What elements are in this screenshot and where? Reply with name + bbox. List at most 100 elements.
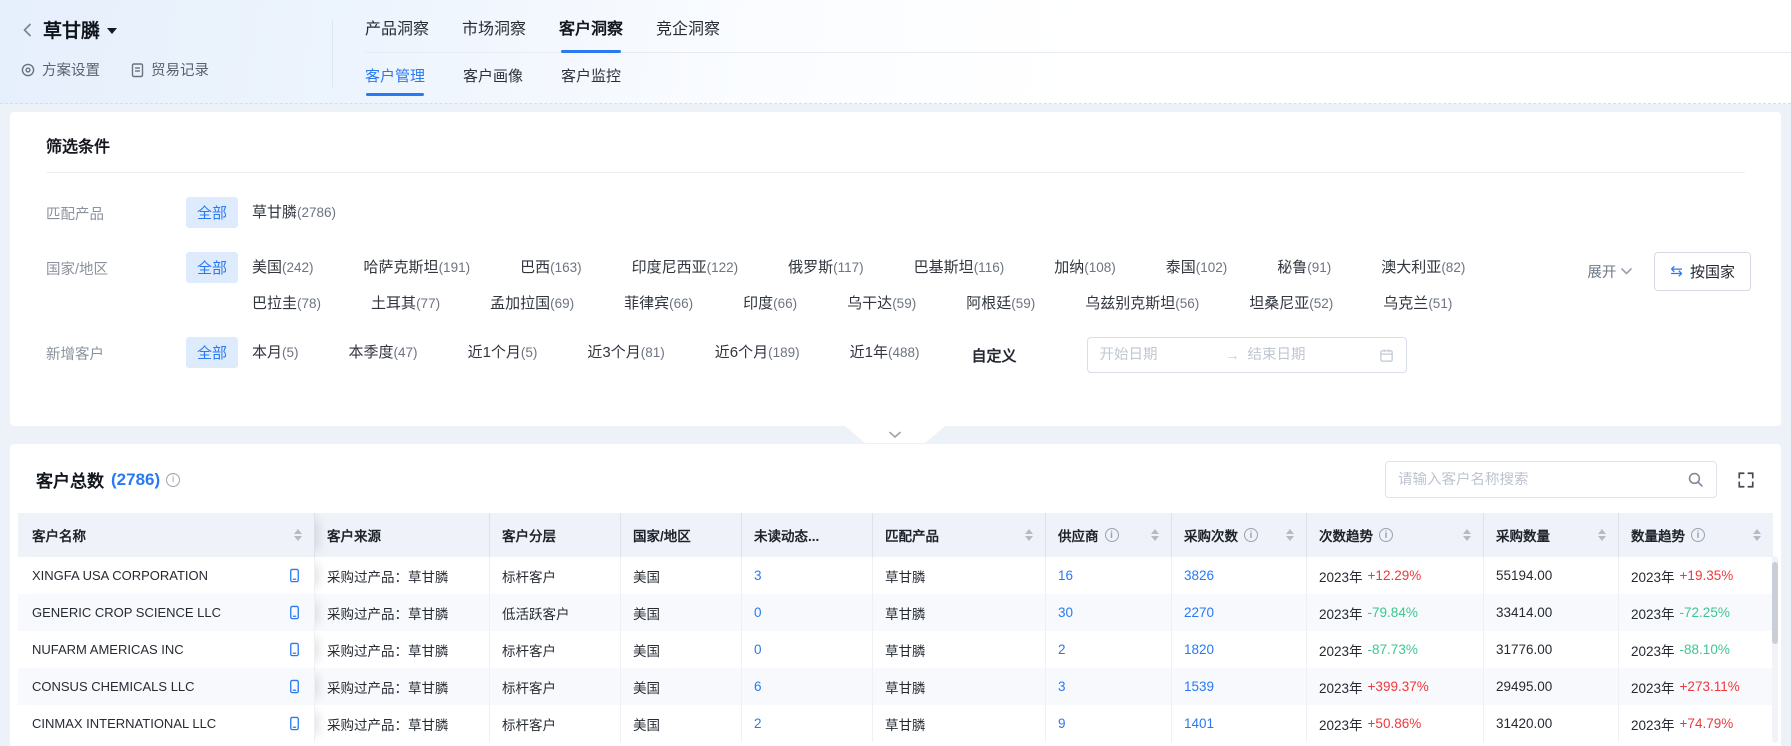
subtab-customer-management[interactable]: 客户管理 [365, 65, 425, 96]
cell-unread: 0 [742, 631, 873, 668]
info-icon[interactable] [1379, 528, 1393, 542]
column-header-product[interactable]: 匹配产品 [873, 513, 1046, 557]
contact-phone-icon[interactable] [279, 679, 302, 694]
sort-icon[interactable] [1590, 529, 1606, 541]
cell-customer-name[interactable]: NUFARM AMERICAS INC [18, 631, 315, 668]
country-filter-item[interactable]: 巴西(163) [520, 256, 582, 277]
cell-customer-name[interactable]: CINMAX INTERNATIONAL LLC [18, 705, 315, 742]
column-header-tier: 客户分层 [490, 513, 621, 557]
cell-product: 草甘膦 [873, 668, 1046, 705]
subtab-customer-profile[interactable]: 客户画像 [463, 65, 523, 96]
filter-all-pill[interactable]: 全部 [186, 197, 238, 228]
country-filter-item[interactable]: 阿根廷(59) [966, 292, 1035, 313]
fullscreen-icon[interactable] [1737, 471, 1755, 489]
sub-tab-bar: 客户管理 客户画像 客户监控 [365, 53, 1791, 96]
trade-records-button[interactable]: 贸易记录 [130, 59, 209, 80]
country-filter-item[interactable]: 美国(242) [252, 256, 314, 277]
table-row[interactable]: GENERIC CROP SCIENCE LLC 采购过产品：草甘膦 低活跃客户… [18, 594, 1773, 631]
country-filter-item[interactable]: 乌兹别克斯坦(56) [1085, 292, 1199, 313]
end-date-input[interactable] [1248, 347, 1366, 363]
country-filter-item[interactable]: 秘鲁(91) [1277, 256, 1331, 277]
filter-all-pill[interactable]: 全部 [186, 252, 238, 283]
column-header-customer-name[interactable]: 客户名称 [18, 513, 315, 557]
by-country-button[interactable]: ⇆ 按国家 [1654, 252, 1751, 291]
contact-phone-icon[interactable] [279, 716, 302, 731]
product-filter-item[interactable]: 草甘膦(2786) [252, 201, 336, 222]
table-row[interactable]: CINMAX INTERNATIONAL LLC 采购过产品：草甘膦 标杆客户 … [18, 705, 1773, 742]
country-filter-item[interactable]: 巴拉圭(78) [252, 292, 321, 313]
sort-icon[interactable] [1143, 529, 1159, 541]
table-row[interactable]: NUFARM AMERICAS INC 采购过产品：草甘膦 标杆客户 美国 0 … [18, 631, 1773, 668]
customer-search-box[interactable] [1385, 461, 1717, 498]
arrow-right-icon: → [1226, 347, 1240, 363]
tab-competitor-insight[interactable]: 竞企洞察 [656, 15, 720, 52]
cell-customer-name[interactable]: GENERIC CROP SCIENCE LLC [18, 594, 315, 631]
page-title: 草甘膦 [43, 16, 100, 43]
country-filter-item[interactable]: 乌克兰(51) [1383, 292, 1452, 313]
column-header-quantity[interactable]: 采购数量 [1484, 513, 1619, 557]
info-icon[interactable] [1691, 528, 1705, 542]
cell-customer-name[interactable]: XINGFA USA CORPORATION [18, 557, 315, 594]
contact-phone-icon[interactable] [279, 642, 302, 657]
column-header-purchase-count[interactable]: 采购次数 [1172, 513, 1307, 557]
custom-range-label[interactable]: 自定义 [971, 341, 1016, 373]
period-filter-item[interactable]: 近1个月(5) [468, 341, 538, 373]
country-filter-item[interactable]: 哈萨克斯坦(191) [364, 256, 471, 277]
period-filter-item[interactable]: 本月(5) [252, 341, 299, 373]
contact-phone-icon[interactable] [279, 605, 302, 620]
sort-icon[interactable] [286, 529, 302, 541]
filter-collapse-toggle[interactable] [845, 426, 945, 443]
country-filter-item[interactable]: 印度(66) [743, 292, 797, 313]
info-icon[interactable] [1105, 528, 1119, 542]
info-icon[interactable] [166, 473, 180, 487]
country-filter-item[interactable]: 坦桑尼亚(52) [1249, 292, 1333, 313]
tab-customer-insight[interactable]: 客户洞察 [559, 15, 623, 52]
sort-icon[interactable] [1745, 529, 1761, 541]
scrollbar-thumb[interactable] [1772, 562, 1778, 644]
plan-settings-button[interactable]: 方案设置 [20, 59, 100, 80]
sort-icon[interactable] [1455, 529, 1471, 541]
filter-all-pill[interactable]: 全部 [186, 337, 238, 368]
country-filter-item[interactable]: 孟加拉国(69) [490, 292, 574, 313]
info-icon[interactable] [1244, 528, 1258, 542]
country-filter-item[interactable]: 泰国(102) [1166, 256, 1228, 277]
country-filter-item[interactable]: 菲律宾(66) [624, 292, 693, 313]
column-header-suppliers[interactable]: 供应商 [1046, 513, 1172, 557]
start-date-input[interactable] [1100, 347, 1218, 363]
tab-product-insight[interactable]: 产品洞察 [365, 15, 429, 52]
search-icon[interactable] [1687, 471, 1704, 488]
period-filter-item[interactable]: 近3个月(81) [587, 341, 664, 373]
period-filter-item[interactable]: 本季度(47) [349, 341, 418, 373]
cell-suppliers: 16 [1046, 557, 1172, 594]
cell-product: 草甘膦 [873, 557, 1046, 594]
cell-quantity: 29495.00 [1484, 668, 1619, 705]
contact-phone-icon[interactable] [279, 568, 302, 583]
country-filter-item[interactable]: 土耳其(77) [371, 292, 440, 313]
country-filter-item[interactable]: 俄罗斯(117) [788, 256, 864, 277]
expand-link[interactable]: 展开 [1587, 261, 1632, 282]
column-header-quantity-trend[interactable]: 数量趋势 [1619, 513, 1773, 557]
country-filter-item[interactable]: 印度尼西亚(122) [632, 256, 739, 277]
sort-icon[interactable] [1017, 529, 1033, 541]
customer-table-panel: 客户总数 (2786) 客户名称 客户来源 客户分层 国家/地区 未读动态...… [10, 444, 1781, 746]
country-filter-item[interactable]: 澳大利亚(82) [1381, 256, 1465, 277]
cell-customer-name[interactable]: CONSUS CHEMICALS LLC [18, 668, 315, 705]
column-header-source: 客户来源 [315, 513, 490, 557]
period-filter-item[interactable]: 近6个月(189) [715, 341, 800, 373]
country-filter-item[interactable]: 加纳(108) [1054, 256, 1116, 277]
table-header-row: 客户名称 客户来源 客户分层 国家/地区 未读动态... 匹配产品 供应商 采购… [18, 513, 1773, 557]
period-filter-item[interactable]: 近1年(488) [850, 341, 920, 373]
tab-market-insight[interactable]: 市场洞察 [462, 15, 526, 52]
date-range-picker[interactable]: → [1087, 337, 1407, 373]
title-caret-icon[interactable] [107, 28, 117, 34]
table-row[interactable]: XINGFA USA CORPORATION 采购过产品：草甘膦 标杆客户 美国… [18, 557, 1773, 594]
cell-quantity: 31776.00 [1484, 631, 1619, 668]
sort-icon[interactable] [1278, 529, 1294, 541]
subtab-customer-monitor[interactable]: 客户监控 [561, 65, 621, 96]
back-icon[interactable] [20, 22, 36, 38]
column-header-count-trend[interactable]: 次数趋势 [1307, 513, 1484, 557]
table-row[interactable]: CONSUS CHEMICALS LLC 采购过产品：草甘膦 标杆客户 美国 6… [18, 668, 1773, 705]
search-input[interactable] [1398, 472, 1687, 488]
country-filter-item[interactable]: 巴基斯坦(116) [914, 256, 1005, 277]
country-filter-item[interactable]: 乌干达(59) [847, 292, 916, 313]
